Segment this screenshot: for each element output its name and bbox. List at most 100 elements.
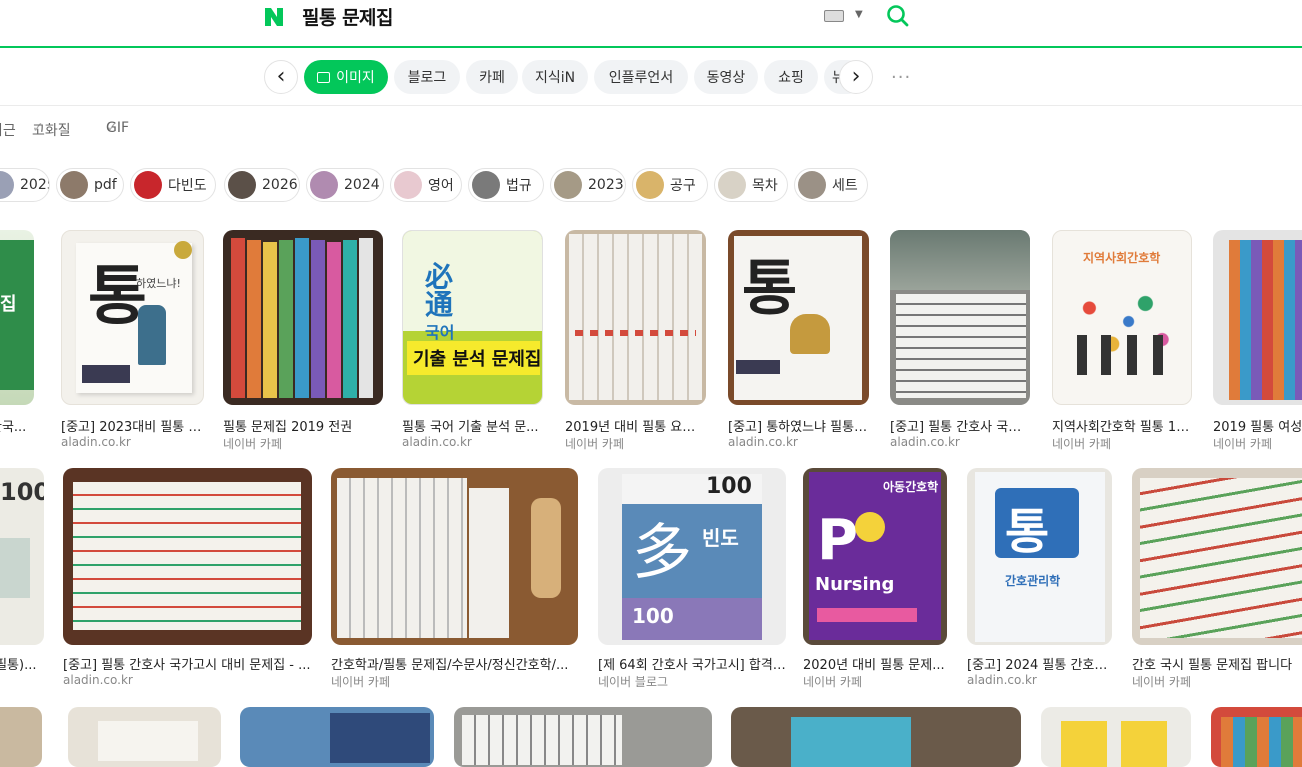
result-title[interactable]: 2020년 대비 필통 문제...	[803, 654, 947, 673]
result-title[interactable]: 필통 문제집 2019 전권	[223, 416, 383, 435]
result-thumbnail[interactable]	[223, 230, 383, 405]
image-result[interactable]: [중고] 필통 간호사 국가... aladin.co.kr	[890, 230, 1030, 450]
result-source[interactable]: 네이버 카페	[1132, 673, 1191, 690]
image-result[interactable]: 통 [중고] 통하였느냐 필통 ... aladin.co.kr	[728, 230, 869, 450]
result-title[interactable]: 2019 필통 여성간	[1213, 416, 1302, 435]
tab-next-button[interactable]: ›	[839, 60, 873, 94]
result-thumbnail[interactable]: 집	[0, 230, 34, 405]
image-result[interactable]	[454, 707, 712, 767]
tab-shopping[interactable]: 쇼핑	[764, 60, 818, 94]
result-title[interactable]: 지역사회간호학 필통 19...	[1052, 416, 1192, 435]
result-source[interactable]: aladin.co.kr	[63, 673, 133, 687]
result-source[interactable]: 네이버 블로그	[598, 673, 668, 690]
result-thumbnail[interactable]: 통 하였느냐!	[61, 230, 204, 405]
result-thumbnail[interactable]: 통 간호관리학	[967, 468, 1112, 645]
chip-group-buy[interactable]: 공구	[632, 168, 708, 202]
chip-toc[interactable]: 목차	[714, 168, 788, 202]
result-thumbnail[interactable]	[731, 707, 1021, 767]
result-thumbnail[interactable]	[63, 468, 312, 645]
tab-image[interactable]: 이미지	[304, 60, 388, 94]
image-result[interactable]	[68, 707, 221, 767]
result-source[interactable]: aladin.co.kr	[890, 435, 960, 449]
tab-blog[interactable]: 블로그	[394, 60, 460, 94]
result-title[interactable]: [중고] 2024 필통 간호학...	[967, 654, 1112, 673]
tab-influencer[interactable]: 인플루언서	[594, 60, 688, 94]
chip-2024[interactable]: 2024	[306, 168, 384, 202]
result-source[interactable]: aladin.co.kr	[61, 435, 131, 449]
chip-2023[interactable]: 2023	[550, 168, 626, 202]
tab-kin[interactable]: 지식iN	[522, 60, 588, 94]
result-thumbnail[interactable]	[1211, 707, 1302, 767]
result-title[interactable]: [중고] 필통 간호사 국가고시 대비 문제집 - ...	[63, 654, 312, 673]
image-result[interactable]	[240, 707, 434, 767]
result-thumbnail[interactable]	[240, 707, 434, 767]
image-result[interactable]: 아동간호학 P Nursing 2020년 대비 필통 문제... 네이버 카페	[803, 468, 947, 690]
chip-law[interactable]: 법규	[468, 168, 544, 202]
image-result[interactable]: 100 (필통)...	[0, 468, 44, 688]
image-result[interactable]: 간호 국시 필통 문제집 팝니다 네이버 카페	[1132, 468, 1302, 690]
result-thumbnail[interactable]	[454, 707, 712, 767]
result-thumbnail[interactable]: 지역사회간호학	[1052, 230, 1192, 405]
image-result[interactable]	[0, 707, 42, 767]
search-query[interactable]: 필통 문제집	[302, 3, 394, 30]
chip-2025[interactable]: 2025	[0, 168, 50, 202]
result-thumbnail[interactable]: 必 通 국어 기출 분석 문제집	[402, 230, 543, 405]
result-thumbnail[interactable]	[890, 230, 1030, 405]
result-thumbnail[interactable]: 아동간호학 P Nursing	[803, 468, 947, 645]
tab-cafe[interactable]: 카페	[466, 60, 518, 94]
result-thumbnail[interactable]	[68, 707, 221, 767]
result-title[interactable]: [중고] 2023대비 필통 간...	[61, 416, 204, 435]
chip-dabindo[interactable]: 다빈도	[130, 168, 216, 202]
image-result[interactable]	[1041, 707, 1191, 767]
result-title[interactable]: [제 64회 간호사 국가고시] 합격 ...	[598, 654, 786, 673]
image-result[interactable]: 100 多 빈도 100 [제 64회 간호사 국가고시] 합격 ... 네이버…	[598, 468, 786, 690]
result-title[interactable]: 한국...	[0, 416, 34, 435]
result-source[interactable]: 네이버 카페	[565, 435, 624, 452]
tab-video[interactable]: 동영상	[694, 60, 758, 94]
chip-pdf[interactable]: pdf	[56, 168, 124, 202]
search-icon[interactable]	[886, 4, 910, 28]
result-title[interactable]: 필통 국어 기출 분석 문...	[402, 416, 543, 435]
keyboard-icon[interactable]	[824, 10, 844, 22]
result-source[interactable]: 네이버 카페	[223, 435, 282, 452]
result-thumbnail[interactable]	[1132, 468, 1302, 645]
image-result[interactable]: 간호학과/필통 문제집/수문사/정신간호학/... 네이버 카페	[331, 468, 578, 690]
result-source[interactable]: aladin.co.kr	[728, 435, 798, 449]
image-result[interactable]: [중고] 필통 간호사 국가고시 대비 문제집 - ... aladin.co.…	[63, 468, 312, 688]
naver-logo[interactable]	[262, 5, 286, 29]
result-source[interactable]: 네이버 카페	[1213, 435, 1272, 452]
image-result[interactable]: 必 通 국어 기출 분석 문제집 필통 국어 기출 분석 문... aladin…	[402, 230, 543, 450]
image-result[interactable]	[731, 707, 1021, 767]
result-title[interactable]: 간호 국시 필통 문제집 팝니다	[1132, 654, 1302, 673]
image-result[interactable]: 2019년 대비 필통 요약... 네이버 카페	[565, 230, 706, 452]
result-thumbnail[interactable]	[1213, 230, 1302, 405]
result-source[interactable]: 네이버 카페	[1052, 435, 1111, 452]
image-result[interactable]: 통 하였느냐! [중고] 2023대비 필통 간... aladin.co.kr	[61, 230, 204, 450]
image-result[interactable]: 집 한국...	[0, 230, 34, 450]
image-result[interactable]: 필통 문제집 2019 전권 네이버 카페	[223, 230, 383, 452]
image-result[interactable]: 지역사회간호학 지역사회간호학 필통 19... 네이버 카페	[1052, 230, 1192, 452]
result-title[interactable]: 2019년 대비 필통 요약...	[565, 416, 706, 435]
chip-2026[interactable]: 2026	[224, 168, 300, 202]
result-thumbnail[interactable]	[0, 707, 42, 767]
result-source[interactable]: aladin.co.kr	[967, 673, 1037, 687]
result-thumbnail[interactable]	[331, 468, 578, 645]
image-result[interactable]	[1211, 707, 1302, 767]
chip-set[interactable]: 세트	[794, 168, 868, 202]
result-thumbnail[interactable]: 통	[728, 230, 869, 405]
chip-english[interactable]: 영어	[390, 168, 462, 202]
more-tabs-icon[interactable]: ···	[891, 67, 911, 88]
result-title[interactable]: 간호학과/필통 문제집/수문사/정신간호학/...	[331, 654, 578, 673]
result-source[interactable]: aladin.co.kr	[402, 435, 472, 449]
result-thumbnail[interactable]: 100 多 빈도 100	[598, 468, 786, 645]
result-title[interactable]: [중고] 통하였느냐 필통 ...	[728, 416, 869, 435]
result-thumbnail[interactable]	[565, 230, 706, 405]
result-title[interactable]: (필통)...	[0, 654, 44, 673]
tab-prev-button[interactable]: ‹	[264, 60, 298, 94]
image-result[interactable]: 2019 필통 여성간 네이버 카페	[1213, 230, 1302, 452]
caret-down-icon[interactable]: ▼	[855, 9, 863, 20]
result-source[interactable]: 네이버 카페	[803, 673, 862, 690]
result-source[interactable]: 네이버 카페	[331, 673, 390, 690]
result-thumbnail[interactable]	[1041, 707, 1191, 767]
result-title[interactable]: [중고] 필통 간호사 국가...	[890, 416, 1030, 435]
